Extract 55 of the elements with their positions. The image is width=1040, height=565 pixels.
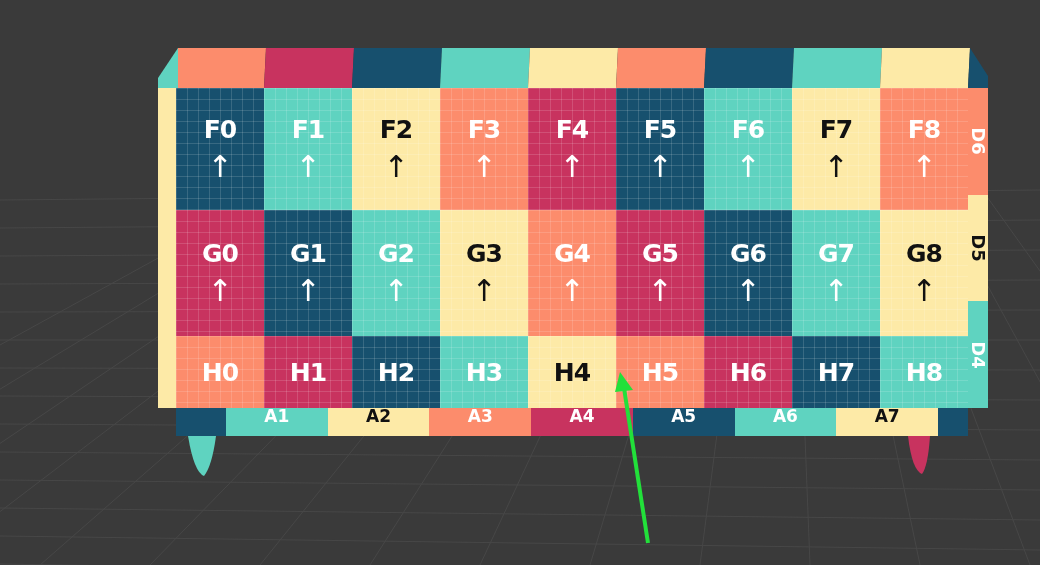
- tile-label: H2: [377, 359, 415, 385]
- tile-label: A5: [671, 408, 697, 425]
- tile-label: A3: [467, 408, 493, 425]
- tile-label: F3: [467, 116, 501, 142]
- tile-label: H3: [465, 359, 503, 385]
- tile-label: F8: [907, 116, 941, 142]
- tile-arrow: ↑: [559, 275, 585, 306]
- tile-arrow: ↑: [735, 275, 761, 306]
- tile-arrow: ↑: [647, 275, 673, 306]
- tile-label: G1: [290, 240, 326, 266]
- tile-arrow: ↑: [383, 151, 409, 182]
- tile-label: G4: [554, 240, 590, 266]
- tile-label: G8: [906, 240, 942, 266]
- tile-arrow: ↑: [823, 151, 849, 182]
- tile-arrow: ↑: [207, 151, 233, 182]
- tile-label: D5: [969, 234, 987, 262]
- tile-label: F5: [643, 116, 677, 142]
- tile-arrow: ↑: [471, 151, 497, 182]
- tile-label: G5: [642, 240, 678, 266]
- tile-label: G2: [378, 240, 414, 266]
- tile-label: H4: [553, 359, 591, 385]
- tile-label: G7: [818, 240, 854, 266]
- tile-label: F0: [203, 116, 237, 142]
- tile-arrow: ↑: [471, 275, 497, 306]
- tile-label: A7: [874, 408, 900, 425]
- tile-label: H0: [201, 359, 239, 385]
- tile-label: F4: [555, 116, 589, 142]
- tile-label: A4: [569, 408, 595, 425]
- tile-arrow: ↑: [911, 275, 937, 306]
- tile-label: F1: [291, 116, 325, 142]
- tile-label: A1: [264, 408, 290, 425]
- tile-label: H6: [729, 359, 767, 385]
- tile-arrow: ↑: [647, 151, 673, 182]
- tile-arrow: ↑: [823, 275, 849, 306]
- tile-arrow: ↑: [295, 275, 321, 306]
- tile-label: G3: [466, 240, 502, 266]
- tile-label: F7: [819, 116, 853, 142]
- tile-arrow: ↑: [207, 275, 233, 306]
- tile-label: H8: [905, 359, 943, 385]
- tile-arrow: ↑: [295, 151, 321, 182]
- tile-arrow: ↑: [559, 151, 585, 182]
- tile-label: D4: [969, 340, 987, 369]
- tile-arrow: ↑: [383, 275, 409, 306]
- tile-arrow: ↑: [911, 151, 937, 182]
- tile-label: A2: [366, 408, 392, 425]
- tile-label: A6: [772, 408, 798, 425]
- tile-label: G6: [730, 240, 766, 266]
- tile-label: F6: [731, 116, 765, 142]
- tile-label: H7: [817, 359, 855, 385]
- tile-arrow: ↑: [735, 151, 761, 182]
- tile-label: D6: [969, 127, 987, 156]
- tile-label: H5: [641, 359, 679, 385]
- tile-label: H1: [289, 359, 327, 385]
- tile-label: F2: [379, 116, 413, 142]
- tile-label: G0: [202, 240, 238, 266]
